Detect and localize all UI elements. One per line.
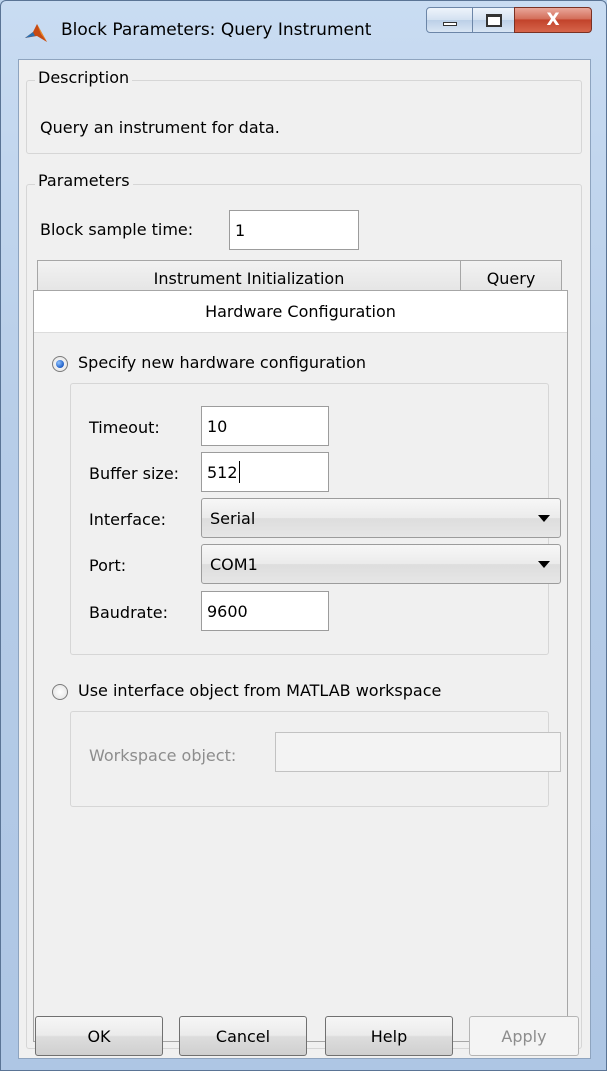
ok-button[interactable]: OK [35, 1016, 163, 1056]
interface-select[interactable]: Serial [201, 498, 561, 538]
window-title: Block Parameters: Query Instrument [61, 20, 372, 40]
buffer-size-value: 512 [207, 462, 238, 482]
tab-hardware-configuration[interactable]: Hardware Configuration [34, 291, 567, 333]
baudrate-label: Baudrate: [89, 603, 168, 622]
baudrate-input[interactable]: 9600 [201, 591, 329, 631]
minimize-button[interactable] [426, 7, 473, 33]
port-value: COM1 [210, 554, 258, 574]
specify-new-hardware-radio[interactable] [52, 356, 68, 372]
description-heading: Description [35, 68, 133, 87]
workspace-object-group: Workspace object: [70, 711, 561, 807]
title-bar[interactable]: Block Parameters: Query Instrument X [1, 1, 607, 59]
chevron-down-icon [538, 515, 550, 522]
parameters-heading: Parameters [35, 171, 133, 190]
sample-time-label: Block sample time: [40, 220, 194, 239]
interface-label: Interface: [89, 510, 167, 529]
chevron-down-icon [538, 561, 550, 568]
maximize-icon [485, 13, 502, 27]
text-caret [238, 461, 240, 483]
minimize-icon [442, 22, 457, 26]
description-text: Query an instrument for data. [40, 118, 280, 137]
buffer-size-input[interactable]: 512 [201, 452, 329, 492]
timeout-input[interactable]: 10 [201, 406, 329, 446]
dialog-client-area: Description Query an instrument for data… [18, 59, 591, 1059]
close-icon: X [546, 10, 560, 30]
interface-value: Serial [210, 508, 256, 528]
help-button[interactable]: Help [325, 1016, 453, 1056]
use-workspace-object-radio[interactable] [52, 684, 68, 700]
description-group [26, 80, 582, 154]
workspace-object-label: Workspace object: [89, 746, 237, 765]
apply-button[interactable]: Apply [469, 1016, 579, 1056]
port-label: Port: [89, 556, 127, 575]
hardware-configuration-panel: Hardware Configuration Specify new hardw… [33, 290, 568, 1042]
new-hardware-group: Timeout: 10 Buffer size: 512 Interface: … [70, 383, 561, 655]
close-button[interactable]: X [514, 7, 592, 33]
radio-selected-dot [56, 360, 64, 368]
sample-time-input[interactable]: 1 [229, 210, 359, 250]
buffer-size-label: Buffer size: [89, 464, 180, 483]
matlab-logo-icon [25, 24, 47, 42]
maximize-button[interactable] [472, 7, 515, 33]
dialog-window: Block Parameters: Query Instrument X Des… [0, 0, 607, 1071]
timeout-label: Timeout: [89, 418, 160, 437]
cancel-button[interactable]: Cancel [179, 1016, 307, 1056]
workspace-object-input[interactable] [275, 732, 561, 772]
use-workspace-object-label[interactable]: Use interface object from MATLAB workspa… [78, 681, 441, 700]
port-select[interactable]: COM1 [201, 544, 561, 584]
specify-new-hardware-label[interactable]: Specify new hardware configuration [78, 353, 366, 372]
